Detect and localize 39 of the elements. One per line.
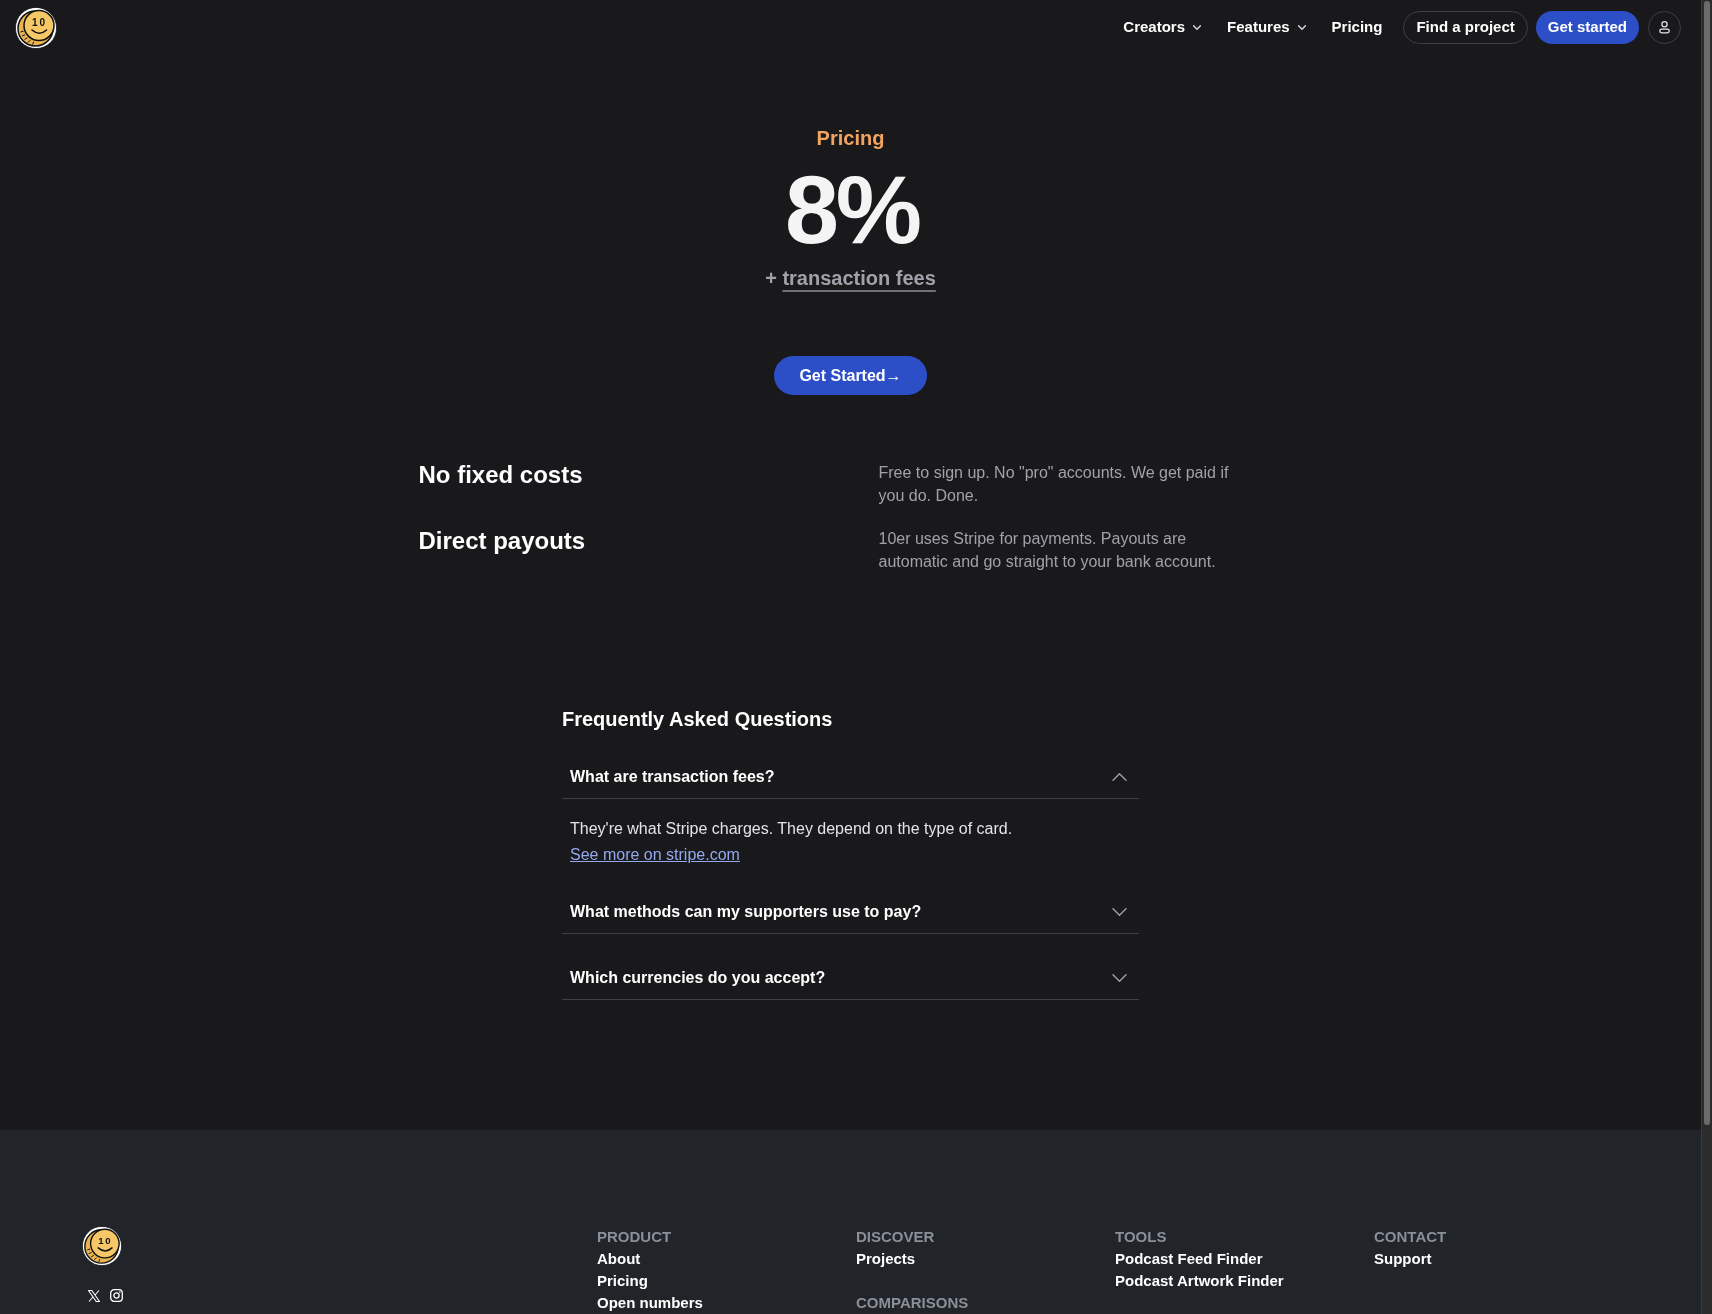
smiley-coin-logo[interactable]: 10 (82, 1226, 122, 1266)
footer-link[interactable]: Open numbers (597, 1292, 856, 1314)
scrollbar-thumb[interactable] (1704, 1, 1710, 1125)
footer-link[interactable]: Podcast Feed Finder (1115, 1248, 1374, 1270)
smiley-coin-logo[interactable]: 10 (15, 6, 57, 49)
faq-question[interactable]: Which currencies do you accept? (562, 966, 1139, 990)
feature-description: 10er uses Stripe for payments. Payouts are automatic and go straight to your bank account. (878, 529, 1217, 572)
faq-question[interactable]: What methods can my supporters use to pay? (562, 900, 1139, 924)
footer-heading: DISCOVER (856, 1227, 936, 1247)
nav-menu[interactable]: Creators (1123, 16, 1202, 39)
faq-title: Frequently Asked Questions (562, 707, 834, 732)
eyebrow-text: Pricing (816, 126, 885, 151)
account-icon[interactable] (1648, 11, 1681, 44)
footer-heading: COMPARISONS (856, 1293, 970, 1313)
fee-note: + transaction fees (765, 266, 936, 291)
footer-link[interactable]: About (597, 1248, 856, 1270)
footer-heading: CONTACT (1374, 1227, 1448, 1247)
footer-heading: TOOLS (1115, 1227, 1168, 1247)
x-logo-icon[interactable] (88, 1289, 100, 1302)
rate-heading: 8% (783, 161, 920, 258)
footer-link[interactable]: Support (1374, 1248, 1633, 1270)
footer-link[interactable]: Projects (856, 1248, 1115, 1270)
feature-title: Direct payouts (418, 526, 587, 556)
footer-link[interactable]: Podcast Artwork Finder (1115, 1270, 1374, 1292)
footer-heading: PRODUCT (597, 1227, 673, 1247)
chevron-down-icon (1193, 25, 1202, 30)
transaction-fees-link[interactable]: transaction fees (782, 267, 936, 289)
nav-link[interactable]: Pricing (1331, 16, 1383, 39)
feature-description: Free to sign up. No "pro" accounts. We get paid if you do. Done. (878, 463, 1230, 506)
get-started-cta-button[interactable]: Get Started→ (774, 356, 927, 395)
chevron-down-icon (1297, 25, 1306, 30)
footer-link[interactable]: Pricing (597, 1270, 856, 1292)
stripe-link[interactable]: See more on stripe.com (570, 846, 740, 863)
feature-title: No fixed costs (418, 460, 584, 490)
faq-answer: They're what Stripe charges. They depend on the type of card. See more on stripe.com (569, 819, 1014, 865)
faq-question[interactable]: What are transaction fees? (562, 765, 1139, 789)
instagram-icon[interactable] (110, 1289, 123, 1302)
get-started-button[interactable]: Get started (1535, 11, 1639, 44)
nav-menu[interactable]: Features (1227, 16, 1306, 39)
